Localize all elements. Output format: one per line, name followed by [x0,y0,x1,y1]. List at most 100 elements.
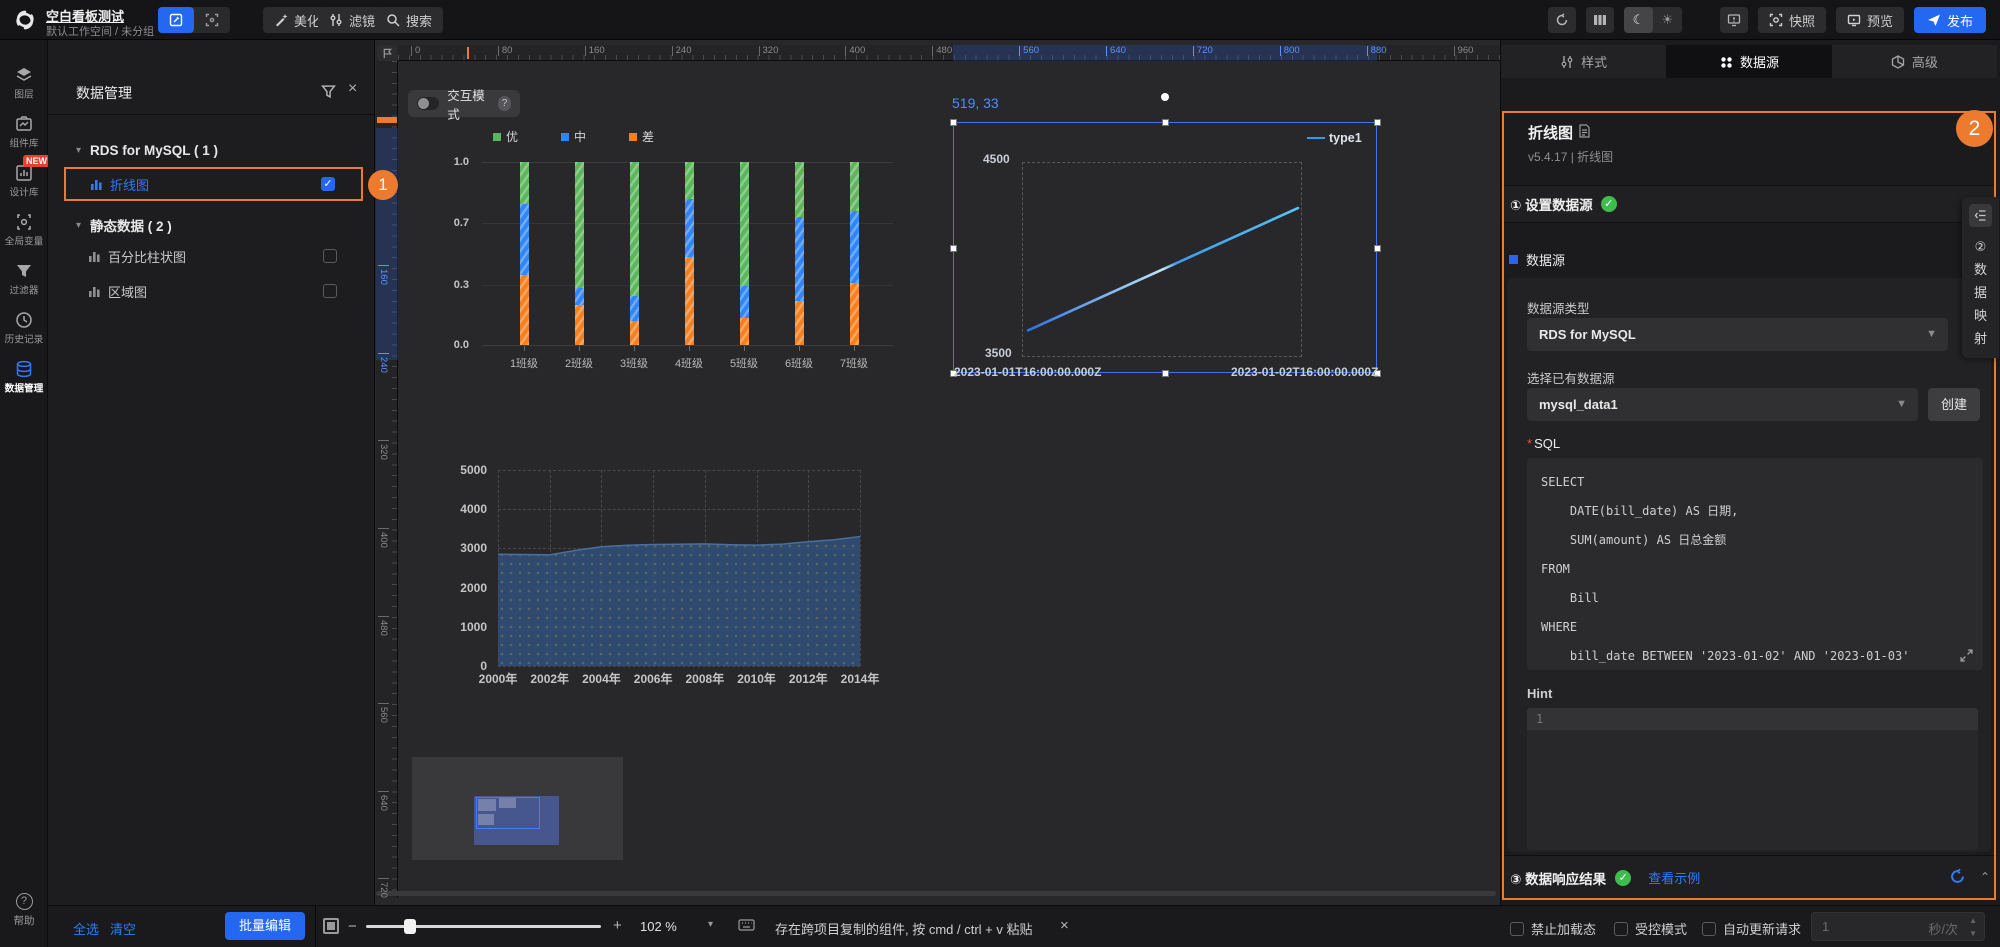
history-refresh-button[interactable] [1548,7,1576,33]
data-mapping-flyout: ②数据映射 [1962,197,1999,358]
doc-icon[interactable] [1578,124,1591,138]
panel-close-icon[interactable]: × [348,80,357,98]
collapse-panel-icon[interactable] [1969,204,1992,227]
collapse-up-icon[interactable]: ⌃ [1980,870,1990,884]
canvas-thumbnail[interactable] [412,757,623,860]
v-ruler-number: 160 [378,265,389,285]
zoom-slider-handle[interactable] [404,919,416,934]
sql-line-1: DATE(bill_date) AS 日期, [1541,497,1969,526]
tab-样式[interactable]: 样式 [1501,45,1666,78]
theme-toggle[interactable]: ☾ ☀ [1624,7,1682,33]
tree-item-checkbox[interactable] [323,249,337,263]
preview-button[interactable]: 预览 [1836,7,1904,33]
selection-handle[interactable] [950,245,957,252]
checkbox[interactable] [1702,922,1716,936]
interval-stepper[interactable]: ▲▼ [1969,914,1977,940]
sidebar-item-2[interactable]: NEW设计库 [0,164,48,200]
zoom-value[interactable]: 102 % [640,919,677,934]
caret-down-icon[interactable]: ▾ [76,145,81,156]
checkbox[interactable] [1614,922,1628,936]
monitor-alert-icon [1727,13,1741,27]
sidebar-item-label: 历史记录 [2,333,46,347]
columns-icon [1593,13,1607,27]
sidebar-item-0[interactable]: 图层 [0,66,48,102]
tree-item-区域图[interactable]: 区域图 [64,274,363,308]
thumbnail-viewport[interactable] [476,797,540,829]
tree-item-checkbox[interactable]: ✓ [321,177,335,191]
selection-handle[interactable] [1374,119,1381,126]
edit-mode-button[interactable] [158,7,194,33]
toast-close-icon[interactable]: × [1060,917,1069,934]
selection-handle[interactable] [1374,245,1381,252]
ds-type-select[interactable]: RDS for MySQL ▼ [1527,318,1948,351]
batch-edit-button[interactable]: 批量编辑 [225,912,305,940]
selection-handle[interactable] [1162,119,1169,126]
sun-icon[interactable]: ☀ [1653,7,1682,33]
clear-link[interactable]: 清空 [110,919,136,938]
zoom-in-button[interactable]: + [613,917,622,934]
mapping-tab-char: 据 [1962,281,1999,304]
checkbox[interactable] [1510,922,1524,936]
minimap-toggle-icon[interactable] [323,918,339,934]
step-set-datasource[interactable]: ① 设置数据源 ✓ [1501,185,1995,223]
sidebar-item-4[interactable]: 过滤器 [0,262,48,298]
search-button[interactable]: 搜索 [375,7,443,33]
area-chart[interactable]: 5000400030002000100002000年2002年2004年2006… [375,40,935,700]
hint-editor[interactable]: 1 [1527,708,1978,850]
caret-down-icon[interactable]: ▾ [76,220,81,231]
monitor-alert-button[interactable] [1720,7,1748,33]
publish-button[interactable]: 发布 [1914,7,1986,33]
canvas-horizontal-scrollbar[interactable] [376,891,1496,896]
create-button[interactable]: 创建 [1928,388,1980,421]
tab-数据源[interactable]: 数据源 [1666,45,1831,78]
expand-icon[interactable] [1960,649,1973,662]
design-canvas[interactable]: 交互模式 ? 优中差1.00.70.30.01班级2班级3班级4班级5班级6班级… [375,40,1500,905]
controlled-mode-checkbox[interactable]: 受控模式 [1614,919,1687,938]
update-interval-input[interactable]: 1 秒/次 ▲▼ [1811,912,1985,941]
tree-group-0[interactable]: ▾RDS for MySQL ( 1 ) [76,143,218,158]
sidebar-item-help[interactable]: ? 帮助 [0,893,48,928]
bar-chart-icon [88,285,101,298]
section-bullet-icon [1509,255,1518,264]
new-badge: NEW [23,155,50,167]
tab-data-mapping[interactable]: ②数据映射 [1962,235,1999,350]
refresh-response-icon[interactable] [1949,868,1966,885]
tree-group-1[interactable]: ▾静态数据 ( 2 ) [76,215,172,235]
sidebar-item-5[interactable]: 历史记录 [0,311,48,347]
selection-handle[interactable] [950,119,957,126]
selection-handle[interactable] [1162,370,1169,377]
sidebar-item-3[interactable]: 全局变量 [0,213,48,249]
tab-高级[interactable]: 高级 [1832,45,1997,78]
tree-item-折线图[interactable]: 折线图✓ [64,167,363,201]
select-all-link[interactable]: 全选 [73,919,99,938]
snapshot-button[interactable]: 快照 [1758,7,1826,33]
data-response-row[interactable]: ③ 数据响应结果 ✓ 查看示例 [1501,855,1997,899]
pan-mode-button[interactable] [194,7,230,33]
area-x-label: 2004年 [582,670,621,687]
zoom-caret-icon[interactable]: ▾ [708,919,713,930]
area-x-label: 2008年 [685,670,724,687]
tree-item-百分比柱状图[interactable]: 百分比柱状图 [64,239,363,273]
moon-icon[interactable]: ☾ [1624,7,1653,33]
area-gridline-v [860,470,861,666]
ds-pick-select[interactable]: mysql_data1 ▼ [1527,388,1918,421]
sidebar-item-1[interactable]: 组件库 [0,115,48,151]
h-ruler-number: 160 [585,46,605,56]
filter-funnel-icon[interactable] [321,84,336,99]
selection-rotate-handle[interactable] [1161,93,1169,101]
breadcrumb[interactable]: 默认工作空间 / 未分组 [46,23,154,39]
auto-update-checkbox[interactable]: 自动更新请求 [1702,919,1801,938]
mapping-tab-char: ② [1962,235,1999,258]
area-x-label: 2014年 [841,670,880,687]
legend-series-name: type1 [1329,131,1362,145]
disable-loading-checkbox[interactable]: 禁止加载态 [1510,919,1596,938]
layout-columns-button[interactable] [1586,7,1614,33]
sidebar-item-6[interactable]: 数据管理 [0,360,48,396]
datasource-card: 数据源类型 RDS for MySQL ▼ 选择已有数据源 mysql_data… [1507,278,1991,852]
app-logo-icon[interactable] [12,7,38,33]
sql-editor[interactable]: SELECT DATE(bill_date) AS 日期, SUM(amount… [1527,458,1983,670]
zoom-slider[interactable] [366,925,601,928]
view-example-link[interactable]: 查看示例 [1648,868,1700,887]
tree-item-checkbox[interactable] [323,284,337,298]
zoom-out-button[interactable]: − [348,918,357,935]
